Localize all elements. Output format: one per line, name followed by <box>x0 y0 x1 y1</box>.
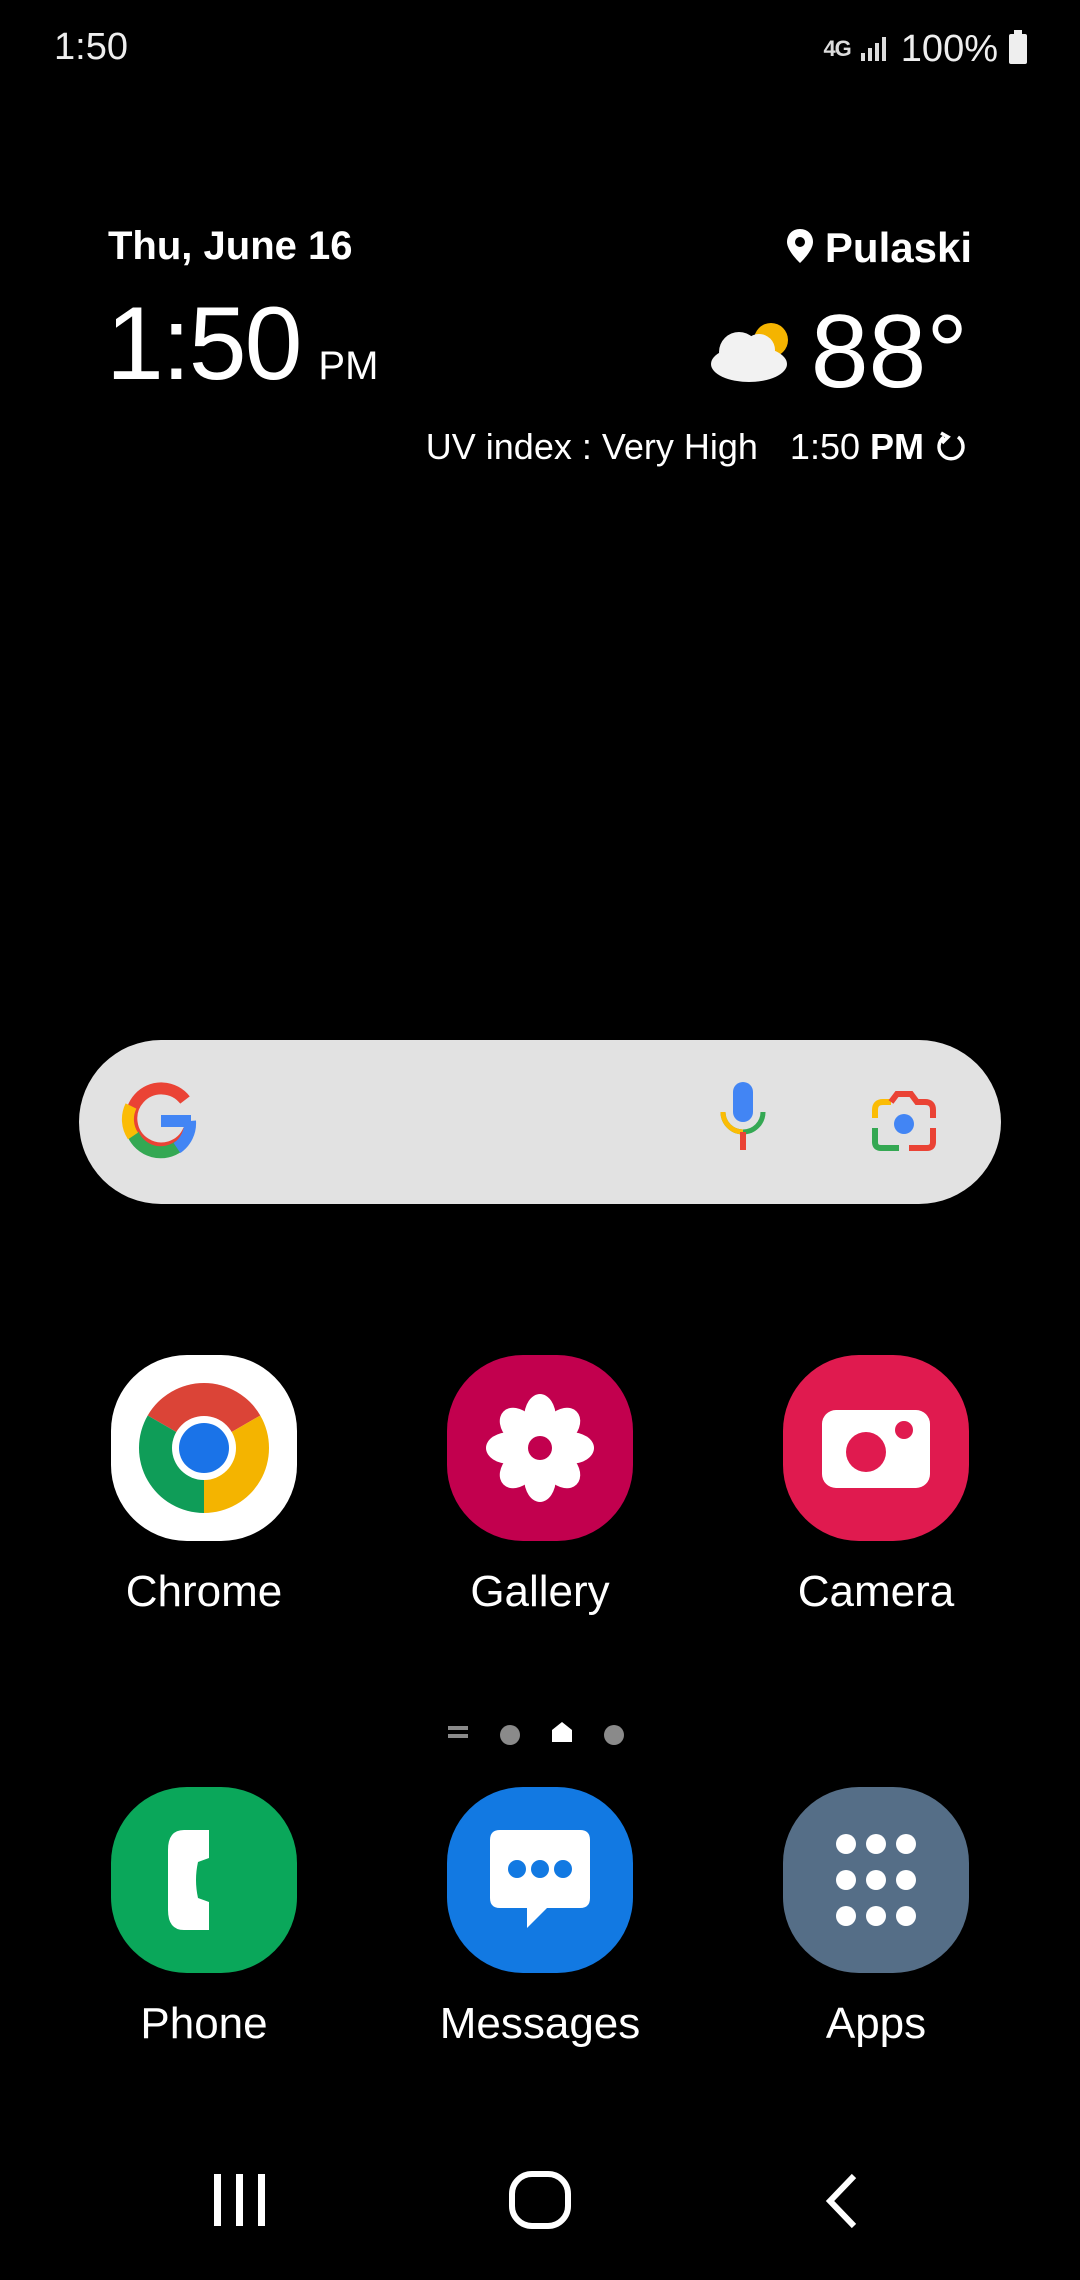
weather-location[interactable]: Pulaski <box>786 224 972 272</box>
network-type-label: 4G <box>823 36 851 61</box>
uv-index: UV index : Very High <box>425 426 758 467</box>
location-name: Pulaski <box>824 224 972 271</box>
app-label-phone: Phone <box>140 1999 268 2048</box>
clock-time: 1:50 <box>106 286 302 402</box>
status-bar-time: 1:50 <box>54 26 128 68</box>
home-page-icon[interactable] <box>550 1720 574 1749</box>
temperature: 88° <box>810 294 968 410</box>
camera-icon <box>783 1355 969 1541</box>
battery-icon <box>1008 29 1028 69</box>
page-dot[interactable] <box>604 1724 624 1745</box>
phone-icon <box>111 1787 297 1973</box>
app-label-camera: Camera <box>797 1567 955 1616</box>
mic-icon[interactable] <box>717 1080 769 1159</box>
clock-date[interactable]: Thu, June 16 <box>108 224 353 269</box>
page-indicator[interactable] <box>446 1720 624 1749</box>
app-camera[interactable]: Camera <box>756 1355 996 1617</box>
app-label-chrome: Chrome <box>125 1567 283 1616</box>
weather-info-row: UV index : Very High 1:50 PM <box>426 426 968 468</box>
app-chrome[interactable]: Chrome <box>84 1355 324 1617</box>
google-search-bar[interactable] <box>79 1040 1001 1204</box>
home-button[interactable] <box>508 2170 572 2235</box>
app-phone[interactable]: Phone <box>84 1787 324 2049</box>
google-lens-icon[interactable] <box>869 1088 939 1157</box>
location-pin-icon <box>786 228 813 268</box>
partly-cloudy-icon <box>710 318 795 387</box>
page-menu-icon[interactable] <box>446 1722 470 1747</box>
gallery-icon <box>447 1355 633 1541</box>
clock-widget[interactable]: 1:50 PM <box>106 292 378 396</box>
app-drawer[interactable]: Apps <box>756 1787 996 2049</box>
clock-ampm: PM <box>318 344 379 388</box>
app-label-gallery: Gallery <box>470 1567 610 1616</box>
status-bar-icons: 4G 100% <box>823 24 1028 74</box>
weather-widget[interactable]: 88° <box>710 294 968 410</box>
app-gallery[interactable]: Gallery <box>420 1355 660 1617</box>
app-messages[interactable]: Messages <box>420 1787 660 2049</box>
page-dot[interactable] <box>500 1724 520 1745</box>
chrome-icon <box>111 1355 297 1541</box>
weather-updated-ampm: PM <box>870 426 924 467</box>
weather-updated-time: 1:50 <box>789 426 860 467</box>
messages-icon <box>447 1787 633 1973</box>
refresh-icon[interactable] <box>934 430 968 464</box>
apps-grid-icon <box>783 1787 969 1973</box>
app-label-apps: Apps <box>825 1999 927 2048</box>
google-g-icon <box>121 1082 199 1165</box>
app-label-messages: Messages <box>439 1999 641 2048</box>
battery-percentage: 100% <box>900 27 998 70</box>
recents-button[interactable] <box>212 2172 268 2233</box>
signal-icon <box>860 33 891 66</box>
back-button[interactable] <box>822 2172 862 2235</box>
